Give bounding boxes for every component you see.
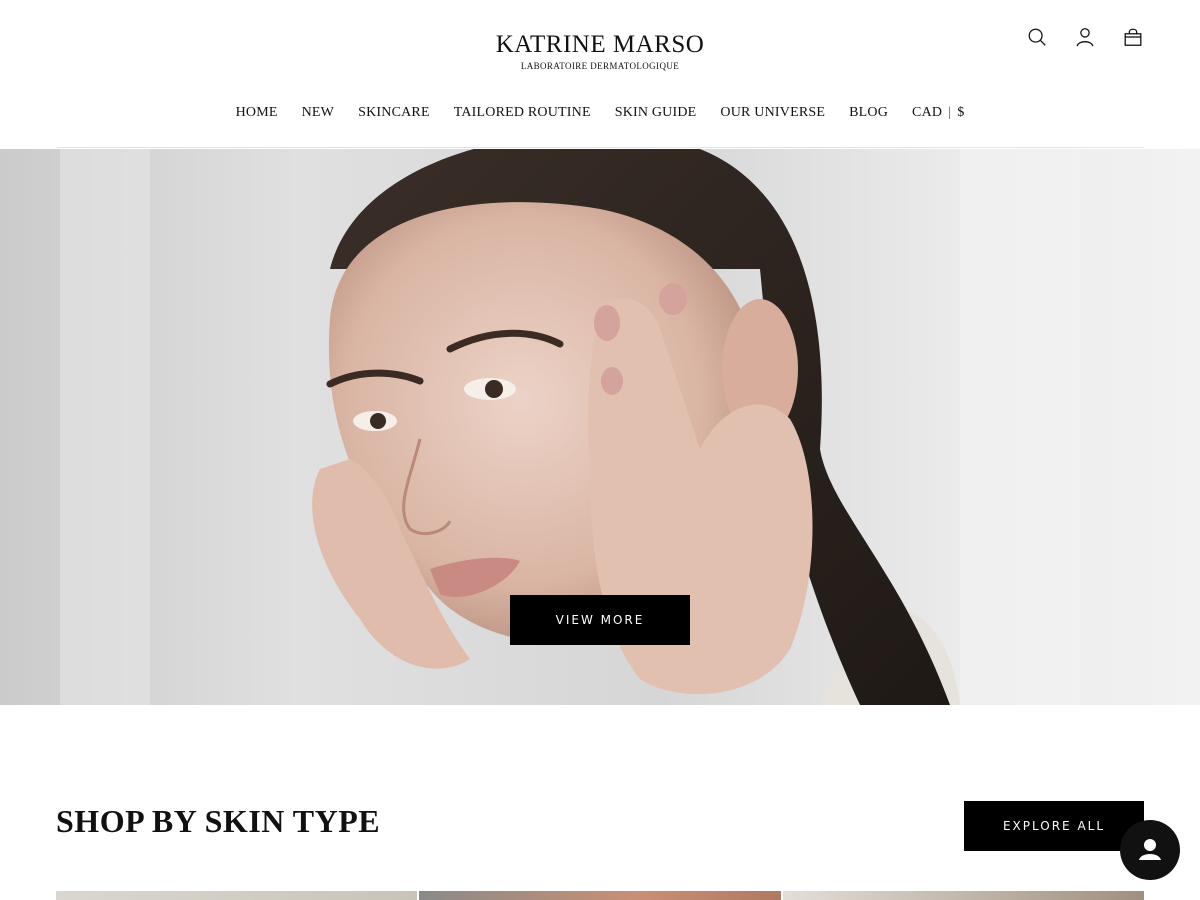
currency-code: CAD xyxy=(912,105,943,120)
chat-account-button[interactable] xyxy=(1120,820,1180,880)
site-header: KATRINE MARSO LABORATOIRE DERMATOLOGIQUE… xyxy=(0,0,1200,148)
currency-separator: | xyxy=(948,105,952,120)
nav-item-our-universe[interactable]: OUR UNIVERSE xyxy=(720,103,825,123)
brand-name: KATRINE MARSO xyxy=(495,31,705,58)
currency-symbol: $ xyxy=(957,105,965,120)
main-nav: HOME NEW SKINCARE TAILORED ROUTINE SKIN … xyxy=(0,103,1200,123)
nav-item-blog[interactable]: BLOG xyxy=(849,103,888,123)
header-icons xyxy=(1026,24,1144,50)
cart-icon[interactable] xyxy=(1122,24,1144,50)
skin-type-tile[interactable] xyxy=(419,891,781,900)
header-divider xyxy=(56,147,1144,148)
hero-banner: VIEW MORE xyxy=(0,149,1200,705)
user-icon xyxy=(1139,839,1161,860)
nav-item-skin-guide[interactable]: SKIN GUIDE xyxy=(615,103,697,123)
nav-item-home[interactable]: HOME xyxy=(236,103,278,123)
skin-type-tile[interactable] xyxy=(56,891,418,900)
skin-type-tile[interactable] xyxy=(782,891,1144,900)
nav-item-tailored-routine[interactable]: TAILORED ROUTINE xyxy=(454,103,591,123)
section-title: SHOP BY SKIN TYPE xyxy=(56,803,381,839)
search-icon[interactable] xyxy=(1026,24,1048,50)
skin-type-tiles xyxy=(56,891,1144,900)
currency-selector[interactable]: CAD | $ xyxy=(912,103,964,123)
account-icon[interactable] xyxy=(1074,24,1096,50)
nav-item-skincare[interactable]: SKINCARE xyxy=(358,103,430,123)
view-more-button[interactable]: VIEW MORE xyxy=(510,595,690,645)
explore-all-button[interactable]: EXPLORE ALL xyxy=(964,801,1144,851)
brand-tagline: LABORATOIRE DERMATOLOGIQUE xyxy=(520,61,680,71)
nav-item-new[interactable]: NEW xyxy=(302,103,334,123)
brand-logo[interactable]: KATRINE MARSO LABORATOIRE DERMATOLOGIQUE xyxy=(0,30,1200,72)
